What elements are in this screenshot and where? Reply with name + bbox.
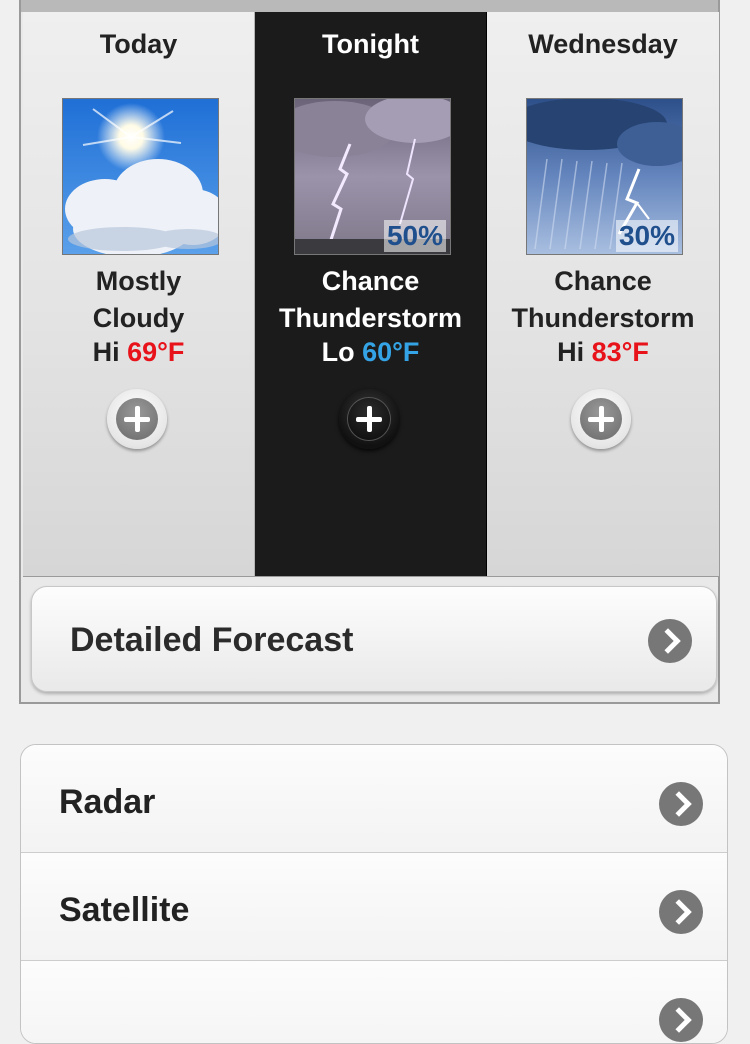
temp-value: 83°F	[591, 337, 649, 367]
top-bar	[21, 0, 718, 12]
detailed-forecast-button[interactable]: Detailed Forecast	[31, 586, 717, 692]
plus-icon	[116, 398, 158, 440]
precip-chance: 50%	[383, 220, 446, 252]
expand-button[interactable]	[571, 389, 631, 449]
forecast-periods: Today Mostly Cloudy Hi 69°F Tonight 50% …	[23, 12, 719, 577]
chevron-right-icon	[659, 890, 703, 934]
mostly-cloudy-icon	[62, 98, 219, 255]
period-wednesday[interactable]: Wednesday 30% Chance Thunderstorm Hi 83°…	[487, 12, 719, 576]
plus-icon	[348, 398, 390, 440]
plus-icon	[580, 398, 622, 440]
detailed-forecast-label: Detailed Forecast	[70, 621, 354, 659]
forecast-panel: Today Mostly Cloudy Hi 69°F Tonight 50% …	[19, 0, 720, 704]
period-tonight[interactable]: Tonight 50% Chance Thunderstorm Lo 60°F	[255, 12, 487, 576]
condition-text: Mostly Cloudy	[92, 266, 185, 333]
chevron-right-icon	[659, 998, 703, 1042]
menu-item-radar[interactable]: Radar	[21, 745, 727, 853]
rain-lightning-icon: 30%	[526, 98, 683, 255]
menu-item-label: Satellite	[59, 891, 190, 929]
chevron-right-icon	[659, 782, 703, 826]
temperature: Hi 83°F	[557, 337, 649, 367]
menu-item-label: Radar	[59, 783, 156, 821]
expand-button[interactable]	[339, 389, 399, 449]
menu-item-satellite[interactable]: Satellite	[21, 853, 727, 961]
temperature: Lo 60°F	[321, 337, 420, 367]
period-today[interactable]: Today Mostly Cloudy Hi 69°F	[23, 12, 255, 576]
chevron-right-icon	[648, 619, 692, 663]
period-name: Today	[99, 29, 178, 59]
period-name: Tonight	[322, 29, 419, 59]
thunderstorm-icon: 50%	[294, 98, 451, 255]
temperature: Hi 69°F	[92, 337, 185, 367]
temp-value: 60°F	[362, 337, 420, 367]
period-name: Wednesday	[528, 29, 678, 59]
menu-item-next[interactable]	[21, 961, 727, 1043]
precip-chance: 30%	[615, 220, 678, 252]
temp-value: 69°F	[127, 337, 185, 367]
expand-button[interactable]	[107, 389, 167, 449]
condition-text: Chance Thunderstorm	[511, 266, 695, 333]
menu-list: Radar Satellite	[20, 744, 728, 1044]
condition-text: Chance Thunderstorm	[278, 266, 462, 333]
